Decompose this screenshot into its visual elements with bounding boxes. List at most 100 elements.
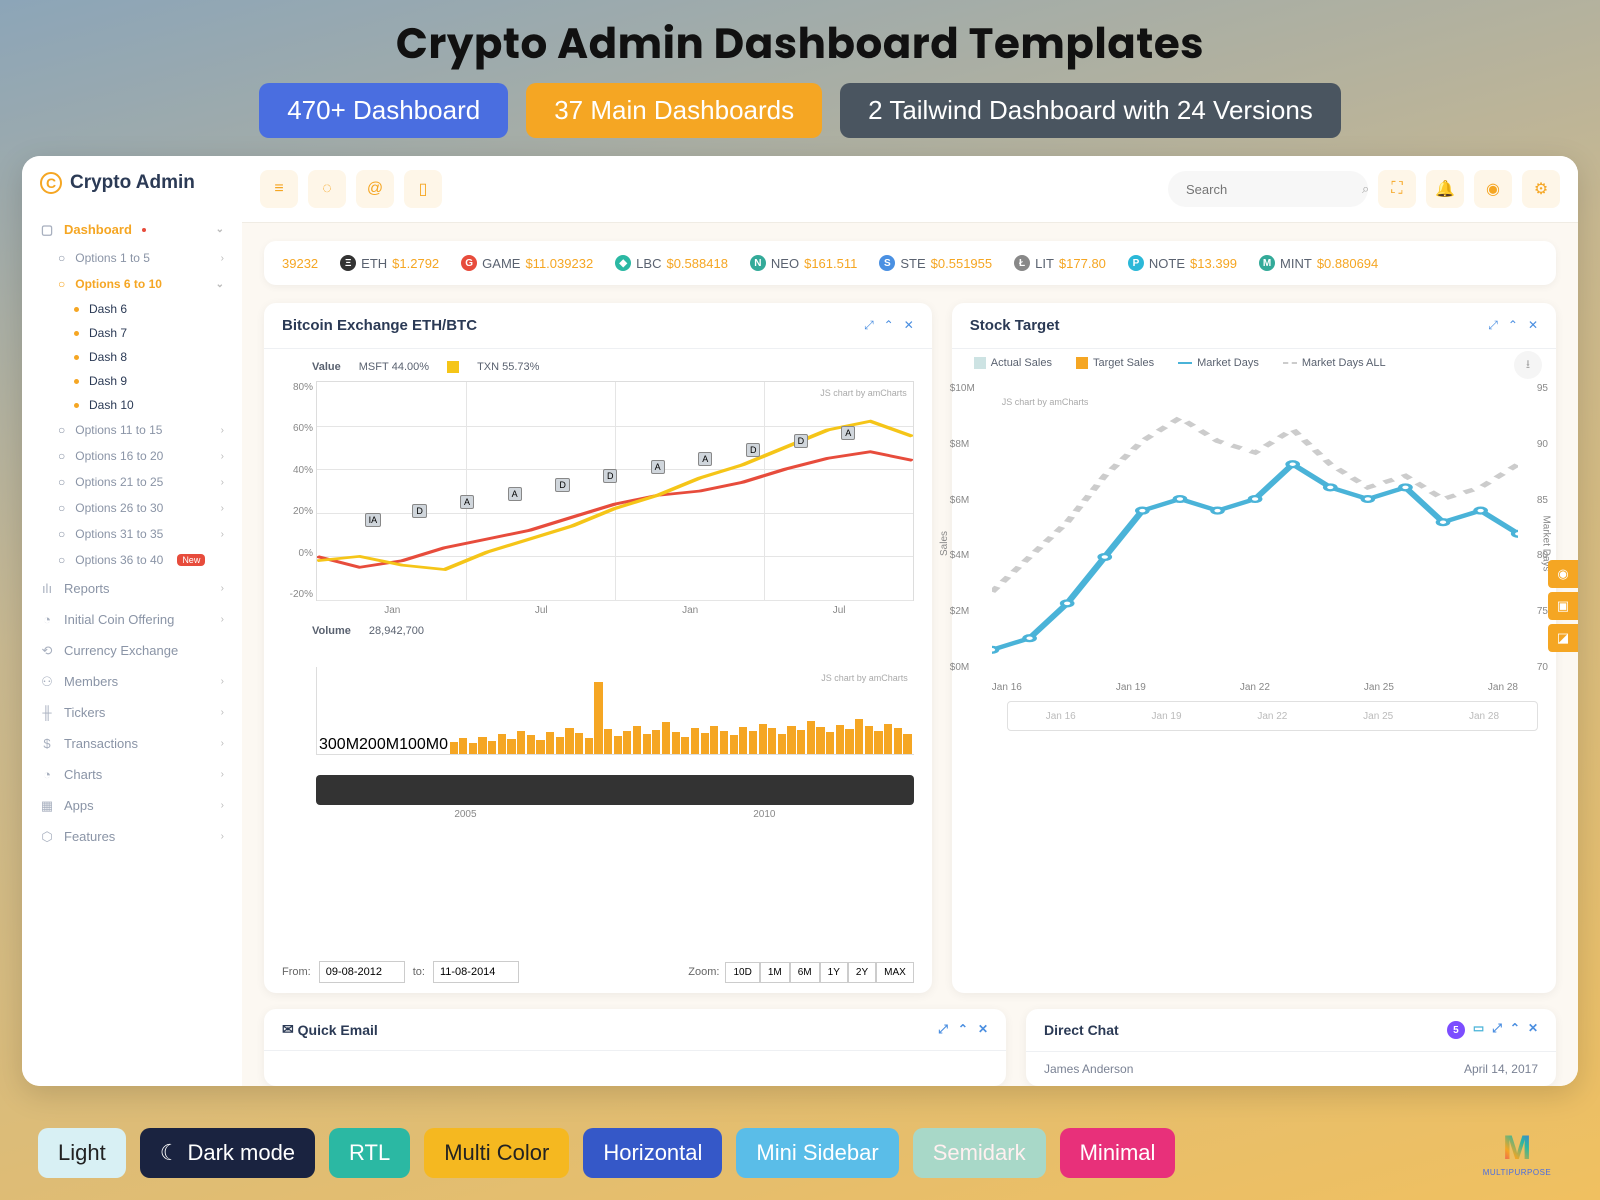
nav-currency-exchange[interactable]: ⟲Currency Exchange [22,635,242,666]
nav-opt-21-25[interactable]: ○Options 21 to 25› [58,469,242,495]
direct-chat-title: Direct Chat [1044,1022,1119,1038]
brand[interactable]: C Crypto Admin [22,172,242,214]
chat-user-name: James Anderson [1044,1062,1133,1076]
floating-tab-1[interactable]: ◉ [1548,560,1578,588]
nav-opt-31-35[interactable]: ○Options 31 to 35› [58,521,242,547]
close-icon[interactable]: ✕ [904,318,914,333]
volume-bar [720,731,728,754]
volume-bar [643,734,651,754]
nav-dash-7[interactable]: Dash 7 [74,321,242,345]
txn-label: TXN [477,361,499,373]
nav-dash-6[interactable]: Dash 6 [74,297,242,321]
theme-semidark[interactable]: Semidark [913,1128,1046,1178]
nav-opt-36-40[interactable]: ○Options 36 to 40New [58,547,242,573]
theme-minimal[interactable]: Minimal [1060,1128,1176,1178]
theme-multi-color[interactable]: Multi Color [424,1128,569,1178]
nav-apps[interactable]: ▦Apps› [22,790,242,821]
chart-annotation: D [412,504,427,518]
nav-dash-10[interactable]: Dash 10 [74,393,242,417]
stock-scrubber[interactable]: Jan 16Jan 19Jan 22Jan 25Jan 28 [1007,701,1538,731]
badge-new: New [177,554,205,566]
nav-dash-8[interactable]: Dash 8 [74,345,242,369]
nav-transactions[interactable]: $Transactions› [22,728,242,759]
floating-tab-2[interactable]: ▣ [1548,592,1578,620]
envelope-icon: ✉ [282,1021,294,1038]
chart-annotation: D [746,443,761,457]
x-label: Jan 22 [1240,682,1270,693]
nav-reports[interactable]: ılıReports› [22,573,242,604]
ticker-item: SSTE$0.551955 [879,255,992,271]
volume-bar [469,743,477,754]
expand-icon[interactable]: ⤢ [938,1022,948,1037]
nav-members[interactable]: ⚇Members› [22,666,242,697]
nav-opt-6-10[interactable]: ○Options 6 to 10⌄ [58,271,242,297]
search-box[interactable]: ⌕ [1168,171,1368,207]
nav-features[interactable]: ⬡Features› [22,821,242,852]
menu-button[interactable]: ≡ [260,170,298,208]
expand-icon[interactable]: ⤢ [1492,1021,1502,1039]
notification-dot-icon [142,228,146,232]
ticker-item: ŁLIT$177.80 [1014,255,1106,271]
download-button[interactable]: ⭳ [1514,351,1542,379]
zoom-label: Zoom: [682,962,725,983]
ticker-value: $177.80 [1059,256,1106,271]
profile-button[interactable]: ◉ [1474,170,1512,208]
floating-tab-3[interactable]: ◪ [1548,624,1578,652]
to-date-input[interactable] [433,961,519,983]
time-scrubber[interactable]: 20052010 [316,775,914,805]
theme-rtl[interactable]: RTL [329,1128,410,1178]
zoom-1m[interactable]: 1M [760,962,790,983]
expand-icon[interactable]: ⤢ [1488,318,1498,333]
zoom-2y[interactable]: 2Y [848,962,876,983]
clipboard-button[interactable]: ▯ [404,170,442,208]
nav-dash-9[interactable]: Dash 9 [74,369,242,393]
nav-charts[interactable]: ◔Charts› [22,759,242,790]
close-icon[interactable]: ✕ [978,1022,988,1037]
settings-button[interactable]: ⚙ [1522,170,1560,208]
collapse-icon[interactable]: ⌃ [958,1022,968,1037]
theme-horizontal[interactable]: Horizontal [583,1128,722,1178]
volume-bar [865,726,873,754]
search-icon: ⌕ [1362,181,1369,197]
nav-dashboard[interactable]: ▢ Dashboard ⌄ [22,214,242,245]
zoom-10d[interactable]: 10D [725,962,759,983]
expand-icon[interactable]: ⤢ [864,318,874,333]
nav-label: Options 31 to 35 [75,527,163,541]
from-date-input[interactable] [319,961,405,983]
zoom-max[interactable]: MAX [876,962,914,983]
volume-bar [681,737,689,754]
theme-light[interactable]: Light [38,1128,126,1178]
chat-icon[interactable]: ▭ [1473,1021,1484,1039]
chat-button[interactable]: ◌ [308,170,346,208]
close-icon[interactable]: ✕ [1528,318,1538,333]
search-input[interactable] [1186,182,1362,197]
zoom-6m[interactable]: 6M [790,962,820,983]
nav-label: Charts [64,767,102,782]
at-icon: @ [367,180,383,198]
fullscreen-button[interactable]: ⛶ [1378,170,1416,208]
brand-text: Crypto Admin [70,172,195,194]
volume-bar [894,728,902,754]
nav-tickers[interactable]: ╫Tickers› [22,697,242,728]
collapse-icon[interactable]: ⌃ [1508,318,1518,333]
theme-mini-sidebar[interactable]: Mini Sidebar [736,1128,898,1178]
volume-bar [623,731,631,754]
notifications-button[interactable]: 🔔 [1426,170,1464,208]
nav-ico[interactable]: ◔Initial Coin Offering› [22,604,242,635]
nav-opt-1-5[interactable]: ○Options 1 to 5› [58,245,242,271]
close-icon[interactable]: ✕ [1528,1021,1538,1039]
ticker-value: $0.880694 [1317,256,1378,271]
nav-label: Options 26 to 30 [75,501,163,515]
collapse-icon[interactable]: ⌃ [884,318,894,333]
nav-opt-26-30[interactable]: ○Options 26 to 30› [58,495,242,521]
ticker-symbol: NEO [771,256,799,271]
volume-bar [662,722,670,754]
collapse-icon[interactable]: ⌃ [1510,1021,1520,1039]
download-icon: ⭳ [1526,355,1530,376]
zoom-1y[interactable]: 1Y [820,962,848,983]
theme-dark[interactable]: ☾Dark mode [140,1128,315,1178]
scrubber-label: 2010 [753,809,775,820]
mention-button[interactable]: @ [356,170,394,208]
nav-opt-11-15[interactable]: ○Options 11 to 15› [58,417,242,443]
nav-opt-16-20[interactable]: ○Options 16 to 20› [58,443,242,469]
